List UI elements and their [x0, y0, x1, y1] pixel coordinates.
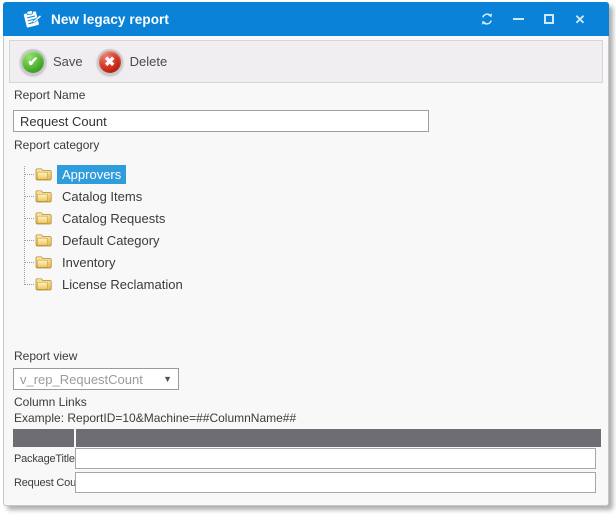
delete-x-icon: ✖	[97, 49, 123, 75]
folder-icon	[35, 167, 52, 181]
folder-icon	[35, 189, 52, 203]
delete-button[interactable]: ✖ Delete	[97, 49, 168, 75]
report-name-input[interactable]	[13, 110, 429, 132]
report-clipboard-icon	[20, 9, 42, 29]
column-link-row-label: Request Count	[14, 477, 75, 489]
chevron-down-icon: ▼	[163, 374, 172, 384]
tree-item-label: Catalog Items	[57, 187, 147, 206]
tree-item-catalog-items[interactable]: Catalog Items	[13, 185, 343, 207]
packagetitle-input[interactable]	[75, 448, 596, 469]
report-category-label: Report category	[14, 138, 99, 152]
window-title: New legacy report	[51, 12, 480, 27]
grid-header-cell-left	[13, 429, 74, 447]
screen: New legacy report ✕ ✔ Save	[0, 0, 616, 526]
column-link-row-packagetitle: PackageTitle	[14, 448, 596, 469]
tree-item-label: License Reclamation	[57, 275, 188, 294]
tree-item-label: Default Category	[57, 231, 165, 250]
save-label: Save	[53, 54, 83, 69]
dialog-new-legacy-report: New legacy report ✕ ✔ Save	[3, 2, 609, 506]
folder-icon	[35, 211, 52, 225]
column-link-row-label: PackageTitle	[14, 453, 75, 465]
column-links-grid-header	[13, 429, 601, 447]
tree-item-label: Inventory	[57, 253, 120, 272]
folder-icon	[35, 255, 52, 269]
tree-item-inventory[interactable]: Inventory	[13, 251, 343, 273]
report-name-label: Report Name	[14, 88, 85, 102]
window-controls: ✕	[480, 12, 587, 26]
tree-item-label: Catalog Requests	[57, 209, 170, 228]
column-links-example: Example: ReportID=10&Machine=##ColumnNam…	[14, 411, 296, 425]
grid-header-cell-right	[76, 429, 601, 447]
save-button[interactable]: ✔ Save	[20, 49, 83, 75]
report-view-label: Report view	[14, 349, 77, 363]
column-links-label: Column Links	[14, 395, 87, 409]
save-check-icon: ✔	[20, 49, 46, 75]
titlebar: New legacy report ✕	[3, 2, 609, 36]
report-view-value: v_rep_RequestCount	[20, 372, 159, 387]
tree-item-approvers[interactable]: Approvers	[13, 163, 343, 185]
minimize-icon[interactable]	[511, 12, 525, 26]
close-icon[interactable]: ✕	[573, 12, 587, 26]
tree-item-catalog-requests[interactable]: Catalog Requests	[13, 207, 343, 229]
tree-item-license-reclamation[interactable]: License Reclamation	[13, 273, 343, 295]
report-category-tree: Approvers Catalog Items Catalog Requests…	[13, 163, 343, 295]
delete-label: Delete	[130, 54, 168, 69]
column-link-row-request-count: Request Count	[14, 472, 596, 493]
folder-icon	[35, 233, 52, 247]
tree-item-default-category[interactable]: Default Category	[13, 229, 343, 251]
folder-icon	[35, 277, 52, 291]
tree-item-label: Approvers	[57, 165, 126, 184]
toolbar: ✔ Save ✖ Delete	[9, 40, 603, 83]
maximize-icon[interactable]	[542, 12, 556, 26]
request-count-input[interactable]	[75, 472, 596, 493]
report-view-dropdown[interactable]: v_rep_RequestCount ▼	[13, 368, 179, 390]
refresh-icon[interactable]	[480, 12, 494, 26]
